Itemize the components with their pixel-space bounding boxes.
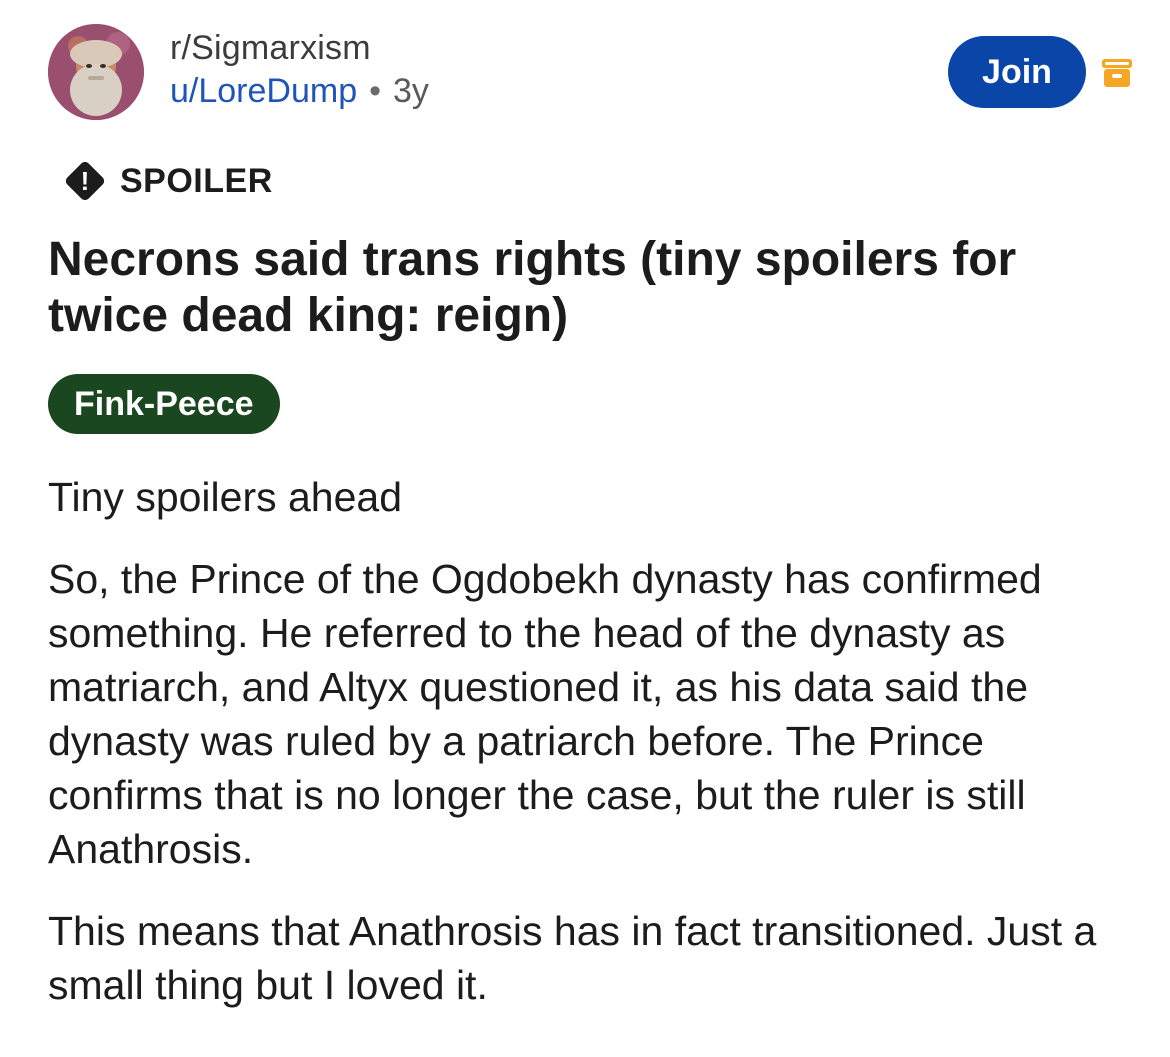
spoiler-label: SPOILER: [120, 161, 273, 200]
meta-separator: •: [369, 72, 382, 110]
archive-icon[interactable]: [1100, 56, 1134, 90]
post-age: 3y: [393, 72, 429, 110]
subreddit-name[interactable]: r/Sigmarxism: [170, 28, 429, 68]
warning-diamond-icon: !: [65, 161, 105, 201]
spoiler-tag: ! SPOILER: [62, 158, 273, 204]
author-line: u/LoreDump • 3y: [170, 68, 429, 114]
body-paragraph: Tiny spoilers ahead: [48, 474, 403, 520]
subreddit-avatar[interactable]: [48, 24, 144, 120]
body-paragraph: So, the Prince of the Ogdobekh dynasty h…: [48, 556, 1042, 872]
join-button[interactable]: Join: [948, 36, 1086, 108]
post-body: Tiny spoilers ahead So, the Prince of th…: [48, 470, 1138, 1040]
post-flair[interactable]: Fink-Peece: [48, 374, 280, 434]
post-header: r/Sigmarxism u/LoreDump • 3y Join: [48, 22, 1138, 122]
author-username[interactable]: u/LoreDump: [170, 72, 357, 110]
avatar-image: [48, 24, 144, 120]
body-paragraph: This means that Anathrosis has in fact t…: [48, 908, 1097, 1008]
spoiler-icon-glyph: !: [81, 166, 90, 196]
post-title[interactable]: Necrons said trans rights (tiny spoilers…: [48, 232, 1128, 344]
post-meta: r/Sigmarxism u/LoreDump • 3y: [170, 28, 429, 114]
